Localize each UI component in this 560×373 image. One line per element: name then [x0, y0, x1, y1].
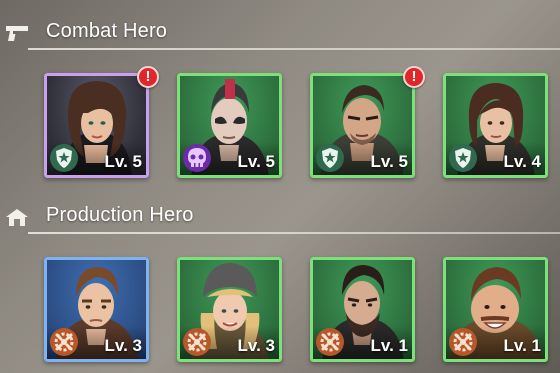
combat-hero-divider — [28, 48, 560, 50]
combat-hero-card-3[interactable]: Lv. 5 — [310, 73, 415, 178]
alert-badge: ! — [137, 66, 159, 88]
production-hero-title: Production Hero — [46, 204, 194, 226]
gear-wrench-icon — [50, 328, 78, 356]
shield-icon — [50, 144, 78, 172]
production-hero-header: Production Hero — [0, 200, 560, 234]
pistol-icon — [6, 26, 28, 41]
combat-hero-title: Combat Hero — [46, 20, 168, 42]
hero-level: Lv. 5 — [370, 152, 408, 171]
production-hero-divider — [28, 232, 560, 234]
production-hero-card-4[interactable]: Lv. 1 — [443, 257, 548, 362]
production-hero-card-3[interactable]: Lv. 1 — [310, 257, 415, 362]
alert-badge: ! — [403, 66, 425, 88]
combat-hero-header: Combat Hero — [0, 16, 560, 50]
combat-hero-card-1[interactable]: Lv. 5 — [44, 73, 149, 178]
gear-wrench-icon — [183, 328, 211, 356]
production-hero-card-1[interactable]: Lv. 3 — [44, 257, 149, 362]
hero-level: Lv. 3 — [104, 336, 142, 355]
hero-level: Lv. 5 — [104, 152, 142, 171]
gear-wrench-icon — [449, 328, 477, 356]
shield-icon — [316, 144, 344, 172]
hero-level: Lv. 3 — [237, 336, 275, 355]
hero-level: Lv. 4 — [503, 152, 541, 171]
gear-wrench-icon — [316, 328, 344, 356]
skull-icon — [183, 144, 211, 172]
production-hero-card-2[interactable]: Lv. 3 — [177, 257, 282, 362]
shield-icon — [449, 144, 477, 172]
hero-level: Lv. 1 — [370, 336, 408, 355]
house-icon — [6, 209, 28, 226]
hero-level: Lv. 5 — [237, 152, 275, 171]
combat-hero-card-2[interactable]: Lv. 5 — [177, 73, 282, 178]
combat-hero-card-4[interactable]: Lv. 4 — [443, 73, 548, 178]
hero-level: Lv. 1 — [503, 336, 541, 355]
